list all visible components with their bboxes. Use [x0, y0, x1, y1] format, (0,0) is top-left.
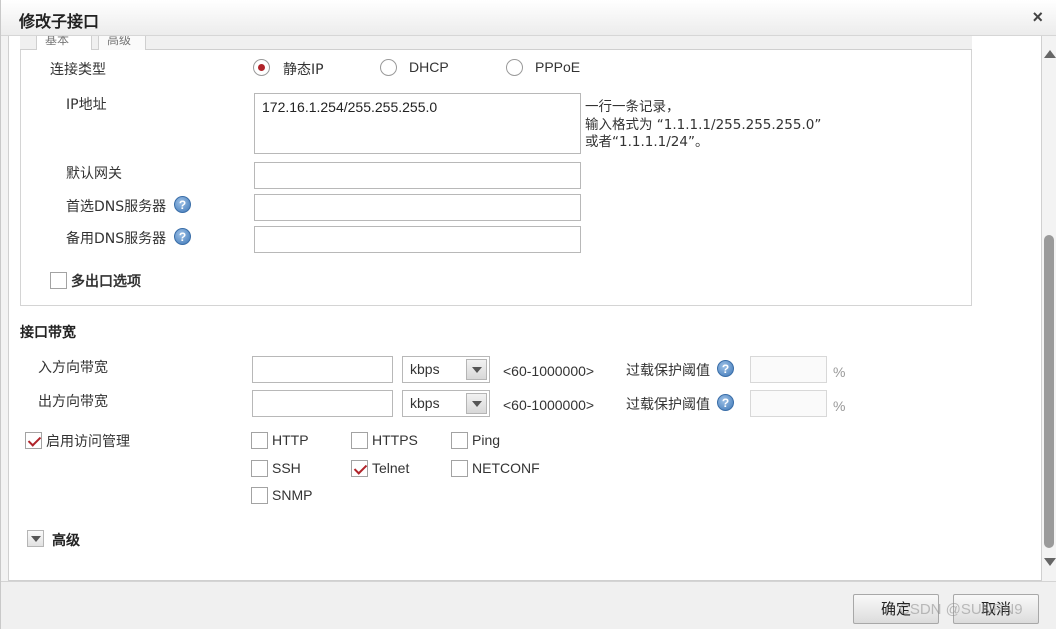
inbound-unit-select[interactable]: kbps	[402, 356, 490, 383]
interface-bandwidth-title: 接口带宽	[20, 325, 76, 341]
radio-dhcp-label[interactable]: DHCP	[409, 59, 449, 75]
snmp-checkbox[interactable]	[251, 487, 268, 504]
tab-basic[interactable]: 基本	[36, 36, 92, 50]
advanced-expand-icon[interactable]	[27, 530, 44, 547]
telnet-checkbox[interactable]	[351, 460, 368, 477]
tab-strip: 基本 高级	[20, 36, 972, 50]
inbound-bandwidth-input[interactable]	[252, 356, 393, 383]
primary-dns-label: 首选DNS服务器	[66, 199, 167, 215]
edit-subinterface-dialog: 修改子接口 × 基本 高级 连接类型 静态IP DHCP PPPoE IP地址 …	[0, 0, 1056, 629]
ip-hint-line-3: 或者“1.1.1.1/24”。	[585, 134, 709, 150]
inbound-overload-label: 过载保护阈值	[626, 363, 710, 379]
inbound-overload-help-icon[interactable]: ?	[717, 360, 734, 377]
https-label[interactable]: HTTPS	[372, 432, 418, 448]
ip-address-textarea[interactable]: 172.16.1.254/255.255.255.0	[254, 93, 581, 154]
chevron-down-icon[interactable]	[466, 393, 487, 414]
http-label[interactable]: HTTP	[272, 432, 309, 448]
inbound-bandwidth-label: 入方向带宽	[38, 360, 108, 376]
inbound-percent-sign: %	[833, 364, 846, 380]
outbound-bandwidth-input[interactable]	[252, 390, 393, 417]
scroll-up-icon[interactable]	[1044, 50, 1056, 58]
secondary-dns-label: 备用DNS服务器	[66, 231, 167, 247]
outbound-percent-sign: %	[833, 398, 846, 414]
ssh-label[interactable]: SSH	[272, 460, 301, 476]
netconf-checkbox[interactable]	[451, 460, 468, 477]
outbound-overload-input[interactable]	[750, 390, 827, 417]
dialog-footer: 确定 取消	[1, 581, 1056, 629]
access-management-label[interactable]: 启用访问管理	[46, 431, 130, 451]
ip-address-label: IP地址	[66, 97, 107, 113]
radio-pppoe-label[interactable]: PPPoE	[535, 59, 580, 75]
csdn-watermark: CSDN @SUNRN9	[899, 601, 1023, 618]
dialog-title: 修改子接口	[19, 12, 100, 31]
outbound-bandwidth-label: 出方向带宽	[38, 394, 108, 410]
tab-advanced[interactable]: 高级	[98, 36, 146, 50]
dialog-titlebar: 修改子接口 ×	[1, 0, 1056, 36]
access-management-checkbox[interactable]	[25, 432, 42, 449]
radio-static-ip-label[interactable]: 静态IP	[283, 59, 324, 79]
scroll-down-icon[interactable]	[1044, 558, 1056, 566]
default-gateway-input[interactable]	[254, 162, 581, 189]
ip-hint-line-1: 一行一条记录，	[585, 99, 680, 115]
inbound-range-text: <60-1000000>	[503, 363, 595, 379]
ping-label[interactable]: Ping	[472, 432, 500, 448]
chevron-down-icon[interactable]	[466, 359, 487, 380]
inbound-overload-input[interactable]	[750, 356, 827, 383]
outbound-unit-select[interactable]: kbps	[402, 390, 490, 417]
primary-dns-help-icon[interactable]: ?	[174, 196, 191, 213]
ip-hint-line-2: 输入格式为 “1.1.1.1/255.255.255.0”	[585, 117, 822, 133]
multi-exit-label[interactable]: 多出口选项	[71, 271, 141, 291]
secondary-dns-input[interactable]	[254, 226, 581, 253]
default-gateway-label: 默认网关	[66, 166, 122, 182]
primary-dns-input[interactable]	[254, 194, 581, 221]
telnet-label[interactable]: Telnet	[372, 460, 409, 476]
outbound-overload-label: 过载保护阈值	[626, 397, 710, 413]
vertical-scrollbar[interactable]	[1042, 36, 1056, 581]
outbound-range-text: <60-1000000>	[503, 397, 595, 413]
connection-type-label: 连接类型	[50, 62, 106, 78]
outbound-unit-value: kbps	[410, 395, 440, 411]
radio-pppoe[interactable]	[506, 59, 523, 76]
https-checkbox[interactable]	[351, 432, 368, 449]
netconf-label[interactable]: NETCONF	[472, 460, 540, 476]
inbound-unit-value: kbps	[410, 361, 440, 377]
outbound-overload-help-icon[interactable]: ?	[717, 394, 734, 411]
scroll-thumb[interactable]	[1044, 235, 1054, 548]
connection-settings-panel: 连接类型 静态IP DHCP PPPoE IP地址 172.16.1.254/2…	[20, 50, 972, 306]
secondary-dns-help-icon[interactable]: ?	[174, 228, 191, 245]
radio-dhcp[interactable]	[380, 59, 397, 76]
multi-exit-checkbox[interactable]	[50, 272, 67, 289]
ssh-checkbox[interactable]	[251, 460, 268, 477]
http-checkbox[interactable]	[251, 432, 268, 449]
dialog-content: 基本 高级 连接类型 静态IP DHCP PPPoE IP地址 172.16.1…	[8, 36, 1042, 581]
radio-static-ip[interactable]	[253, 59, 270, 76]
ping-checkbox[interactable]	[451, 432, 468, 449]
snmp-label[interactable]: SNMP	[272, 487, 312, 503]
close-icon[interactable]: ×	[1032, 7, 1043, 28]
advanced-section-title[interactable]: 高级	[52, 530, 80, 550]
